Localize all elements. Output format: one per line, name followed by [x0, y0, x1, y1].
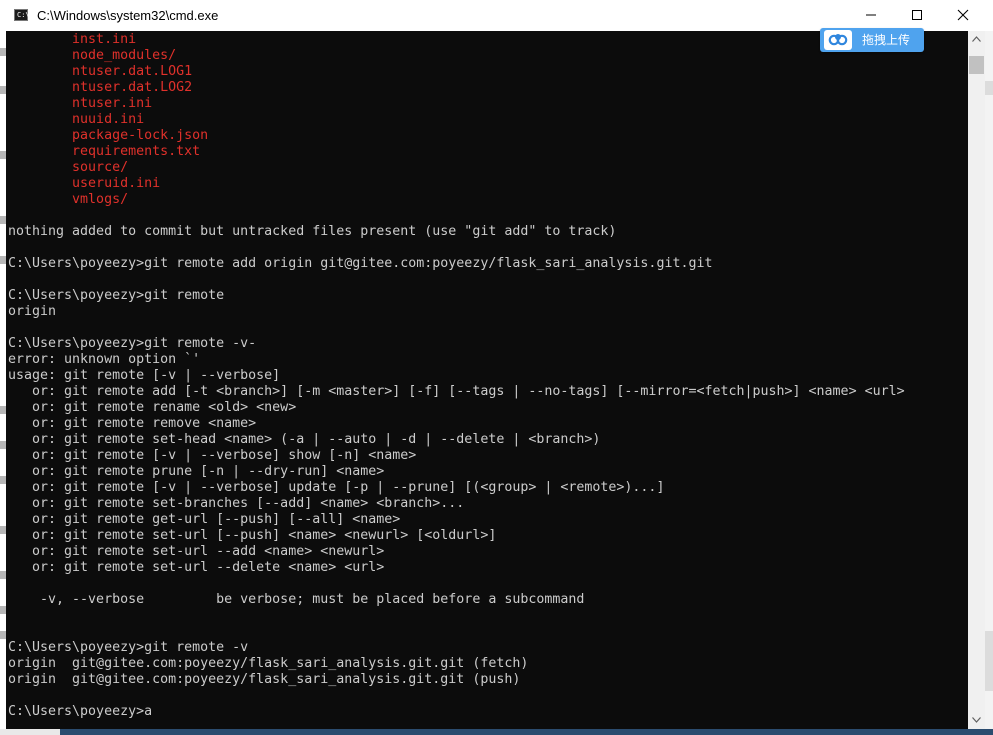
window-title: C:\Windows\system32\cmd.exe [37, 8, 219, 23]
console-line: or: git remote prune [-n | --dry-run] <n… [32, 464, 385, 479]
maximize-icon [912, 10, 922, 20]
untracked-file: nuuid.ini [72, 112, 145, 127]
untracked-file: requirements.txt [72, 144, 201, 159]
scroll-thumb[interactable] [969, 56, 984, 74]
console-line: or: git remote add [-t <branch>] [-m <ma… [32, 384, 905, 399]
scroll-down-arrow-icon [972, 717, 981, 723]
console-line: C:\Users\poyeezy>git remote add origin g… [8, 256, 713, 271]
console-line: or: git remote set-head <name> (-a | --a… [32, 432, 601, 447]
maximize-button[interactable] [894, 0, 940, 30]
cmd-icon[interactable]: C:\ [14, 9, 30, 21]
baidu-cloud-icon [824, 30, 852, 50]
console-line: or: git remote set-url [--push] <name> <… [32, 528, 497, 543]
background-window-edge-right [985, 31, 993, 729]
minimize-icon [866, 14, 876, 16]
console-line: or: git remote rename <old> <new> [32, 400, 297, 415]
console-line: origin git@gitee.com:poyeezy/flask_sari_… [8, 656, 529, 671]
console-line: nothing added to commit but untracked fi… [8, 224, 617, 239]
console-line: or: git remote set-url --add <name> <new… [32, 544, 385, 559]
console-line: usage: git remote [-v | --verbose] [8, 368, 281, 383]
console-line: or: git remote [-v | --verbose] show [-n… [32, 448, 417, 463]
console-line: origin [8, 304, 57, 319]
console-line: or: git remote remove <name> [32, 416, 257, 431]
console-text: inst.ini node_modules/ ntuser.dat.LOG1 n… [8, 32, 905, 720]
upload-drop-button[interactable]: 拖拽上传 [820, 28, 924, 52]
untracked-file: ntuser.dat.LOG1 [72, 64, 193, 79]
untracked-file: package-lock.json [72, 128, 209, 143]
untracked-file: inst.ini [72, 32, 137, 47]
close-button[interactable] [940, 0, 987, 30]
console-line: or: git remote get-url [--push] [--all] … [32, 512, 401, 527]
console-line: C:\Users\poyeezy>git remote [8, 288, 225, 303]
console-line: C:\Users\poyeezy>git remote -v [8, 640, 249, 655]
untracked-file: useruid.ini [72, 176, 161, 191]
taskbar-edge [0, 729, 993, 735]
console-line: or: git remote [-v | --verbose] update [… [32, 480, 665, 495]
scroll-up-button[interactable] [968, 31, 985, 48]
console-line: C:\Users\poyeezy>git remote -v- [8, 336, 257, 351]
scroll-up-arrow-icon [972, 36, 981, 42]
cmd-window: C:\ C:\Windows\system32\cmd.exe inst.ini… [0, 0, 993, 735]
untracked-file: source/ [72, 160, 129, 175]
untracked-file-list: inst.ini node_modules/ ntuser.dat.LOG1 n… [8, 32, 208, 207]
untracked-file: ntuser.ini [72, 96, 153, 111]
cmd-icon-prompt: C:\ [17, 11, 30, 19]
upload-label: 拖拽上传 [862, 33, 911, 47]
console-line: C:\Users\poyeezy>a [8, 704, 153, 719]
console-line: or: git remote set-branches [--add] <nam… [32, 496, 465, 511]
console-line: origin git@gitee.com:poyeezy/flask_sari_… [8, 672, 521, 687]
untracked-file: ntuser.dat.LOG2 [72, 80, 193, 95]
scroll-down-button[interactable] [968, 712, 985, 729]
console-line: or: git remote set-url --delete <name> <… [32, 560, 385, 575]
close-icon [957, 9, 969, 21]
minimize-button[interactable] [848, 0, 894, 30]
untracked-file: vmlogs/ [72, 192, 129, 207]
console-line: -v, --verbose be verbose; must be placed… [40, 592, 585, 607]
console-line: error: unknown option `' [8, 352, 201, 367]
vertical-scrollbar[interactable] [968, 31, 985, 729]
untracked-file: node_modules/ [72, 48, 177, 63]
console-output-area[interactable]: inst.ini node_modules/ ntuser.dat.LOG1 n… [6, 31, 968, 729]
console-lines: nothing added to commit but untracked fi… [8, 224, 905, 719]
